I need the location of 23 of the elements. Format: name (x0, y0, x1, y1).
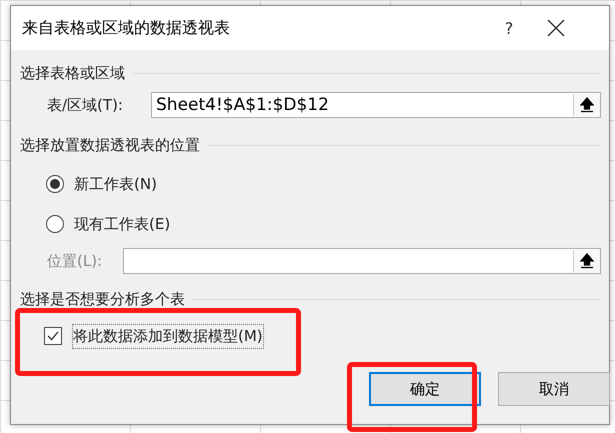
field-label: 位置(L): (47, 252, 104, 270)
ok-button[interactable]: 确定 (369, 372, 481, 406)
location-field[interactable] (123, 248, 601, 274)
collapse-button[interactable] (573, 250, 600, 272)
radio-button[interactable] (46, 215, 64, 233)
section-heading: 选择是否想要分析多个表 (20, 290, 185, 308)
collapse-button[interactable] (573, 94, 600, 116)
checkbox[interactable] (44, 327, 62, 345)
up-arrow-icon (580, 97, 594, 113)
close-icon[interactable] (547, 19, 565, 37)
up-arrow-icon (580, 253, 594, 269)
range-field[interactable]: Sheet4!$A$1:$D$12 (151, 92, 601, 118)
radio-button[interactable] (46, 175, 64, 193)
section-heading: 选择放置数据透视表的位置 (20, 136, 200, 154)
radio-label: 新工作表(N) (74, 174, 157, 194)
field-value[interactable]: Sheet4!$A$1:$D$12 (152, 95, 573, 115)
window-title: 来自表格或区域的数据透视表 (22, 18, 231, 38)
checkbox-label: 将此数据添加到数据模型(M) (72, 324, 264, 348)
field-label: 表/区域(T): (47, 96, 124, 114)
radio-label: 现有工作表(E) (74, 214, 170, 234)
help-button[interactable]: ? (479, 18, 539, 38)
section-heading: 选择表格或区域 (20, 64, 125, 82)
cancel-button[interactable]: 取消 (498, 372, 610, 406)
